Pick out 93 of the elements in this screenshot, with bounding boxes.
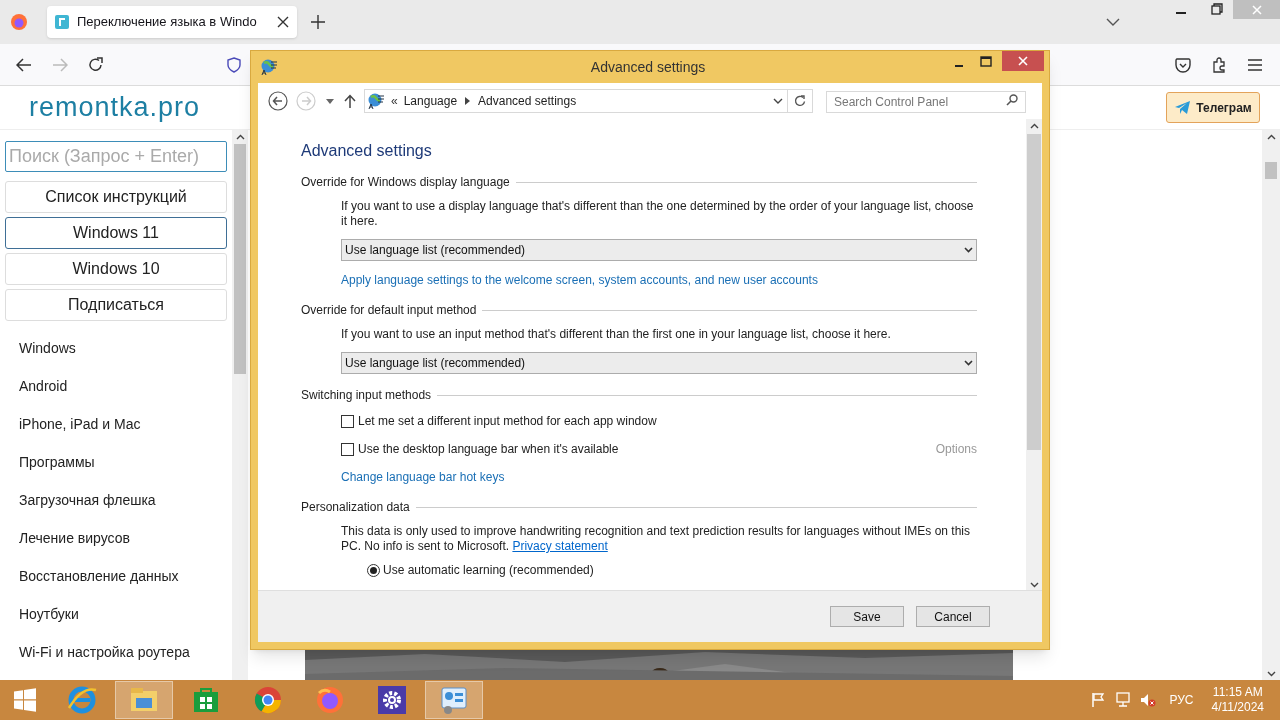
up-arrow-icon[interactable] <box>344 94 356 108</box>
description-text: This data is only used to improve handwriting recognition and text prediction results for languages without IMEs on this PC. No info is sent to Microsoft. Privacy statement <box>341 524 971 554</box>
scrollbar-thumb[interactable] <box>234 144 246 374</box>
address-bar[interactable]: « Language Advanced settings <box>364 89 788 113</box>
flag-icon[interactable] <box>1091 692 1106 708</box>
dropdown[interactable]: Use language list (recommended) <box>341 352 977 374</box>
clock-time: 11:15 AM <box>1212 685 1263 700</box>
speaker-muted-icon[interactable] <box>1140 692 1157 708</box>
scroll-up-icon[interactable] <box>1266 134 1276 140</box>
close-icon[interactable] <box>277 16 289 28</box>
nav-button[interactable]: Windows 11 <box>5 217 227 249</box>
new-tab-icon[interactable] <box>311 15 325 29</box>
breadcrumb-item[interactable]: Advanced settings <box>478 92 577 110</box>
scrollbar-thumb[interactable] <box>1027 134 1041 450</box>
section-title: Override for Windows display language <box>301 175 510 190</box>
shield-icon[interactable] <box>227 57 241 73</box>
monitor-icon[interactable] <box>1115 692 1132 708</box>
clock-date: 4/11/2024 <box>1211 700 1264 715</box>
browser-logo-icon[interactable] <box>10 13 28 31</box>
maximize-icon[interactable] <box>980 56 992 67</box>
scrollbar[interactable] <box>232 130 248 680</box>
paper-plane-icon <box>1174 100 1192 115</box>
description-text: If you want to use an input method that's different than the first one in your language list, choose it here. <box>341 327 892 342</box>
site-logo[interactable]: remontka.pro <box>29 87 201 128</box>
nav-button[interactable]: Подписаться <box>5 289 227 321</box>
search-field[interactable]: Поиск (Запрос + Enter) <box>5 141 227 172</box>
telegram-button[interactable]: Телеграм <box>1166 92 1260 123</box>
refresh-button[interactable] <box>788 89 813 113</box>
browser-e-icon <box>66 684 98 716</box>
breadcrumb-overflow[interactable]: « <box>391 92 398 110</box>
reload-icon[interactable] <box>88 57 104 73</box>
breadcrumb-item[interactable]: Language <box>403 92 458 110</box>
dropdown-caret-icon[interactable] <box>326 98 334 104</box>
page-heading: Advanced settings <box>301 141 433 161</box>
language-icon <box>367 92 385 110</box>
browser-tab[interactable]: Переключение языка в Windo <box>47 6 297 38</box>
scroll-up-icon[interactable] <box>235 134 245 140</box>
section-title: Switching input methods <box>301 388 432 403</box>
privacy-link[interactable]: Privacy statement <box>512 539 608 553</box>
language-icon <box>260 58 278 76</box>
round-browser-icon <box>252 684 284 716</box>
category-link[interactable]: Загрузочная флешка <box>19 489 156 511</box>
checkbox-label[interactable]: Use the desktop language bar when it's available <box>358 441 619 457</box>
chevron-right-icon[interactable] <box>465 97 471 105</box>
start-icon[interactable] <box>13 688 37 712</box>
chevron-down-icon[interactable] <box>773 98 783 104</box>
radio-label[interactable]: Use automatic learning (recommended) <box>383 563 594 578</box>
chevron-down-icon <box>964 360 973 366</box>
scrollbar[interactable] <box>1262 130 1280 680</box>
category-link[interactable]: Android <box>19 375 68 397</box>
category-link[interactable]: iPhone, iPad и Mac <box>19 413 141 435</box>
chevron-down-icon <box>964 247 973 253</box>
back-arrow-icon[interactable] <box>16 58 32 72</box>
dropdown[interactable]: Use language list (recommended) <box>341 239 977 261</box>
scroll-down-icon[interactable] <box>1029 582 1039 588</box>
dialog-button[interactable]: Cancel <box>916 606 990 627</box>
category-link[interactable]: Ноутбуки <box>19 603 79 625</box>
chevron-down-icon[interactable] <box>1106 18 1120 26</box>
settings-link[interactable]: Apply language settings to the welcome screen, system accounts, and new user accounts <box>341 271 818 289</box>
settings-link[interactable]: Change language bar hot keys <box>341 468 505 486</box>
checkbox[interactable] <box>341 415 354 428</box>
pocket-icon[interactable] <box>1175 58 1191 73</box>
close-icon <box>1018 56 1028 66</box>
category-link[interactable]: Wi-Fi и настройка роутера <box>19 641 190 663</box>
close-icon <box>1251 4 1262 15</box>
dialog-button[interactable]: Save <box>830 606 904 627</box>
description-text: If you want to use a display language that's different than the one determined by the order of your language list, choose it here. <box>341 199 975 229</box>
scrollbar-thumb[interactable] <box>1265 162 1277 179</box>
scroll-up-icon[interactable] <box>1029 123 1039 129</box>
search-icon[interactable] <box>1006 94 1018 106</box>
control-panel-icon <box>438 684 470 716</box>
close-button[interactable] <box>1002 51 1044 71</box>
scroll-down-icon[interactable] <box>1266 671 1276 677</box>
nav-button[interactable]: Windows 10 <box>5 253 227 285</box>
window-title: Advanced settings <box>590 57 706 77</box>
gear-icon <box>376 684 408 716</box>
category-link[interactable]: Программы <box>19 451 95 473</box>
category-link[interactable]: Лечение вирусов <box>19 527 130 549</box>
refresh-icon <box>794 95 806 107</box>
checkbox[interactable] <box>341 442 354 456</box>
category-link[interactable]: Восстановление данных <box>19 565 179 587</box>
menu-icon[interactable] <box>1247 59 1263 71</box>
restore-icon[interactable] <box>1211 3 1223 15</box>
category-link[interactable]: Windows <box>19 337 76 359</box>
nav-button[interactable]: Список инструкций <box>5 181 227 213</box>
section-title: Override for default input method <box>301 303 477 318</box>
puzzle-icon[interactable] <box>1211 57 1227 73</box>
section-title: Personalization data <box>301 500 410 515</box>
checkbox-label[interactable]: Let me set a different input method for each app window <box>358 414 657 429</box>
radio-button[interactable] <box>367 564 380 577</box>
fox-globe-icon <box>314 684 346 716</box>
site-icon <box>55 15 69 29</box>
scrollbar[interactable] <box>1026 119 1042 590</box>
